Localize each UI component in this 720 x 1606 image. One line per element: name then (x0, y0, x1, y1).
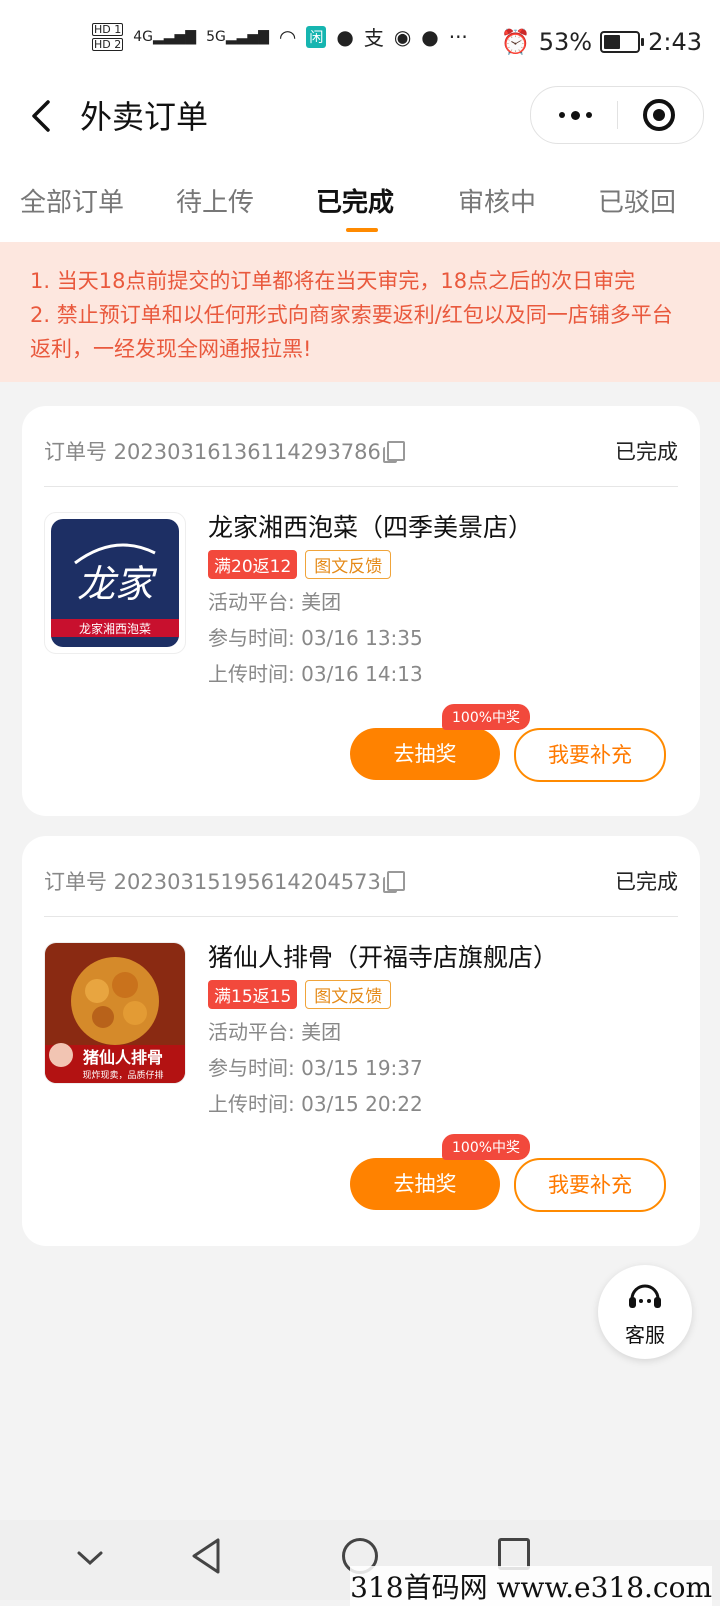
close-miniprogram-icon[interactable] (643, 99, 675, 131)
headset-icon (629, 1284, 661, 1308)
platform-text: 活动平台: 美团 (208, 1020, 342, 1044)
alipay-icon: 支 (363, 26, 384, 50)
thumb-logo-text: 猪仙人排骨 (82, 1048, 163, 1067)
status-left: HD 1 HD 2 4G▂▃▅▇ 5G▂▃▅▇ ◠ 闲 ● 支 ◉ ● ··· (92, 22, 468, 51)
tab-pending-upload[interactable]: 待上传 (176, 182, 254, 219)
customer-service-label: 客服 (625, 1323, 665, 1347)
supplement-button[interactable]: 我要补充 (514, 728, 666, 782)
tag-row: 满20返12 图文反馈 (208, 550, 392, 579)
thumb-banner-text: 龙家湘西泡菜 (79, 621, 151, 636)
status-right: ⏰ 53% 2:43 (501, 28, 702, 56)
qq-icon: ● (336, 24, 354, 49)
draw-lottery-button[interactable]: 去抽奖 (350, 728, 500, 780)
shop-name: 龙家湘西泡菜（四季美景店） (208, 513, 534, 542)
page-title: 外卖订单 (80, 98, 209, 136)
wechat-icon: ◉ (393, 24, 412, 49)
active-tab-indicator (346, 228, 378, 232)
signal-4g-icon: 4G▂▃▅▇ (133, 28, 197, 45)
tab-bar: 全部订单 待上传 已完成 审核中 已驳回 (0, 160, 720, 242)
win-rate-badge: 100%中奖 (442, 704, 531, 730)
order-number-row: 订单号 20230315195614204573 (44, 866, 405, 896)
qq-icon-2: ● (421, 24, 439, 49)
tab-rejected[interactable]: 已驳回 (598, 182, 676, 219)
more-menu-icon[interactable] (553, 104, 597, 126)
order-number-row: 订单号 20230316136114293786 (44, 436, 405, 466)
notice-banner: 1. 当天18点前提交的订单都将在当天审完，18点之后的次日审完 2. 禁止预订… (0, 242, 720, 382)
shop-thumbnail[interactable]: 龙家 龙家湘西泡菜 (44, 512, 186, 654)
hd-icons: HD 1 HD 2 (92, 22, 124, 51)
notice-line-2: 2. 禁止预订单和以任何形式向商家索要返利/红包以及同一店铺多平台返利，一经发现… (30, 303, 673, 361)
draw-lottery-button[interactable]: 去抽奖 (350, 1158, 500, 1210)
tab-under-review[interactable]: 审核中 (458, 182, 536, 219)
shop-name: 猪仙人排骨（开福寺店旗舰店） (208, 943, 559, 972)
divider (44, 486, 678, 487)
thumb-logo-text: 龙家 (77, 562, 158, 606)
nav-back-icon[interactable] (188, 1536, 224, 1576)
tab-all-orders[interactable]: 全部订单 (20, 182, 124, 219)
copy-icon[interactable] (382, 871, 405, 893)
more-notifications-icon: ··· (448, 24, 468, 49)
feedback-type-tag: 图文反馈 (305, 980, 392, 1009)
rebate-tag: 满20返12 (208, 550, 298, 579)
order-card: 订单号 20230316136114293786 已完成 龙家 龙家湘西泡菜 龙… (22, 406, 700, 816)
win-rate-badge: 100%中奖 (442, 1134, 531, 1160)
order-status: 已完成 (615, 440, 678, 464)
rebate-tag: 满15返15 (208, 980, 298, 1009)
watermark: 318首码网 www.e318.com (350, 1566, 712, 1606)
back-arrow-icon[interactable] (24, 96, 64, 136)
battery-icon (600, 31, 645, 53)
notice-line-1: 1. 当天18点前提交的订单都将在当天审完，18点之后的次日审完 (30, 269, 636, 293)
feedback-type-tag: 图文反馈 (305, 550, 392, 579)
platform-text: 活动平台: 美团 (208, 590, 342, 614)
order-card: 订单号 20230315195614204573 已完成 猪仙人排骨 现炸现卖，… (22, 836, 700, 1246)
customer-service-button[interactable]: 客服 (598, 1265, 692, 1359)
join-time-text: 参与时间: 03/15 19:37 (208, 1056, 423, 1080)
copy-icon[interactable] (382, 441, 405, 463)
battery-percent: 53% (538, 28, 593, 56)
signal-5g-icon: 5G▂▃▅▇ (206, 28, 269, 45)
wifi-icon: ◠ (278, 24, 297, 49)
tag-row: 满15返15 图文反馈 (208, 980, 392, 1009)
thumb-banner-text: 现炸现卖，品质仔排 (82, 1069, 163, 1081)
order-number: 订单号 20230316136114293786 (44, 440, 381, 464)
join-time-text: 参与时间: 03/16 13:35 (208, 626, 423, 650)
alarm-icon: ⏰ (500, 28, 531, 56)
upload-time-text: 上传时间: 03/15 20:22 (208, 1092, 423, 1116)
xianyu-app-icon: 闲 (306, 25, 327, 48)
supplement-button[interactable]: 我要补充 (514, 1158, 666, 1212)
clock: 2:43 (648, 28, 702, 56)
chevron-down-icon[interactable] (76, 1548, 104, 1568)
tab-completed[interactable]: 已完成 (316, 182, 394, 219)
order-status: 已完成 (615, 870, 678, 894)
upload-time-text: 上传时间: 03/16 14:13 (208, 662, 423, 686)
miniprogram-capsule (530, 86, 704, 144)
shop-thumbnail[interactable]: 猪仙人排骨 现炸现卖，品质仔排 (44, 942, 186, 1084)
divider (44, 916, 678, 917)
order-number: 订单号 20230315195614204573 (44, 870, 381, 894)
